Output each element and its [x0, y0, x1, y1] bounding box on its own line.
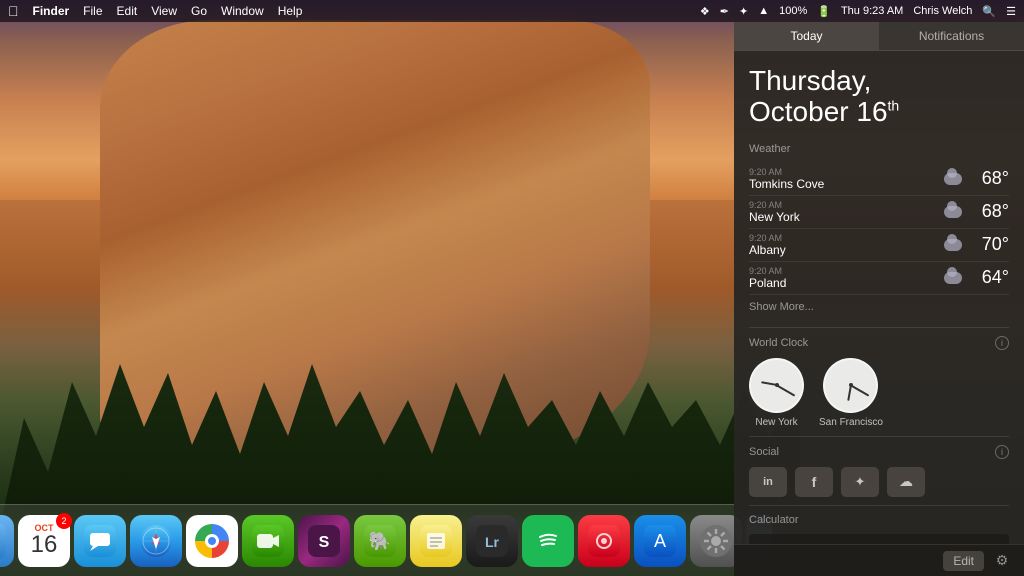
show-more-weather[interactable]: Show More...: [749, 295, 1009, 319]
menubar:  Finder File Edit View Go Window Help ❖…: [0, 0, 1024, 22]
menubar-left:  Finder File Edit View Go Window Help: [8, 3, 302, 19]
svg-text:A: A: [654, 531, 666, 551]
dropbox-icon[interactable]: ❖: [700, 5, 710, 18]
facebook-button[interactable]: f: [795, 467, 833, 497]
menu-help[interactable]: Help: [278, 4, 303, 18]
battery-icon: 🔋: [817, 5, 831, 18]
minute-hand-sf: [851, 384, 870, 396]
clock-san-francisco: San Francisco: [819, 358, 883, 428]
clock-label-sf: San Francisco: [819, 417, 883, 428]
divider-1: [749, 327, 1009, 328]
dock-safari[interactable]: [130, 515, 182, 567]
clocks-row: New York San Francisco: [749, 358, 1009, 428]
calendar-badge: 2: [56, 513, 72, 529]
weather-section-title: Weather: [749, 143, 1009, 155]
bluetooth-icon[interactable]: ✦: [739, 5, 748, 18]
clock-face-new-york: [749, 358, 804, 413]
weather-item-3: 9:20 AM Poland 64°: [749, 262, 1009, 295]
tab-today[interactable]: Today: [734, 22, 879, 50]
clock: Thu 9:23 AM: [841, 5, 903, 17]
world-clock-info[interactable]: i: [995, 336, 1009, 350]
social-title: Social: [749, 446, 995, 458]
notification-center-panel: Today Notifications Thursday, October 16…: [734, 22, 1024, 576]
weather-icon-2: [943, 235, 963, 255]
weather-item-0: 9:20 AM Tomkins Cove 68°: [749, 163, 1009, 196]
dock-appstore[interactable]: A: [634, 515, 686, 567]
weather-item-1: 9:20 AM New York 68°: [749, 196, 1009, 229]
username[interactable]: Chris Welch: [913, 5, 972, 17]
menu-file[interactable]: File: [83, 4, 102, 18]
world-clock-header: World Clock i: [749, 336, 1009, 350]
dock-messages[interactable]: [74, 515, 126, 567]
dock: OCT 16 2: [0, 504, 734, 576]
clock-label-ny: New York: [755, 417, 797, 428]
linkedin-button[interactable]: in: [749, 467, 787, 497]
hour-hand-sf: [847, 385, 852, 401]
svg-text:🐘: 🐘: [369, 531, 391, 551]
weather-icon-3: [943, 268, 963, 288]
clock-face-sf: [823, 358, 878, 413]
dock-finder[interactable]: [0, 515, 14, 567]
nc-settings-icon[interactable]: ⚙: [992, 551, 1012, 571]
dock-calendar[interactable]: OCT 16 2: [18, 515, 70, 567]
dock-chrome[interactable]: [186, 515, 238, 567]
wifi-icon[interactable]: ▲: [758, 5, 769, 17]
calculator-title: Calculator: [749, 514, 1009, 526]
social-info[interactable]: i: [995, 445, 1009, 459]
menu-view[interactable]: View: [151, 4, 177, 18]
dock-slack[interactable]: S: [298, 515, 350, 567]
dock-facetime[interactable]: [242, 515, 294, 567]
social-row: in f ✦ ☁: [749, 467, 1009, 497]
divider-2: [749, 436, 1009, 437]
tab-notifications[interactable]: Notifications: [879, 22, 1024, 50]
nc-content: Thursday, October 16th Weather 9:20 AM T…: [734, 51, 1024, 545]
apple-menu[interactable]: : [8, 3, 19, 19]
dock-evernote[interactable]: 🐘: [354, 515, 406, 567]
nc-tabs: Today Notifications: [734, 22, 1024, 51]
svg-text:Lr: Lr: [485, 534, 500, 550]
nc-date: Thursday, October 16th: [749, 66, 1009, 128]
weather-item-2: 9:20 AM Albany 70°: [749, 229, 1009, 262]
edit-button[interactable]: Edit: [943, 551, 984, 571]
clock-new-york: New York: [749, 358, 804, 428]
el-capitan-rock: [100, 20, 650, 460]
dock-music[interactable]: [578, 515, 630, 567]
menu-window[interactable]: Window: [221, 4, 264, 18]
weather-icon-1: [943, 202, 963, 222]
nc-date-line1: Thursday,: [749, 66, 1009, 97]
nc-date-line2: October 16th: [749, 97, 1009, 128]
menu-go[interactable]: Go: [191, 4, 207, 18]
dock-spotify[interactable]: [522, 515, 574, 567]
dock-lightroom[interactable]: Lr: [466, 515, 518, 567]
weather-icon-0: [943, 169, 963, 189]
social-header: Social i: [749, 445, 1009, 459]
cloud-button[interactable]: ☁: [887, 467, 925, 497]
search-icon[interactable]: 🔍: [982, 5, 996, 18]
world-clock-title: World Clock: [749, 337, 995, 349]
list-icon[interactable]: ☰: [1006, 5, 1016, 18]
svg-text:S: S: [319, 534, 330, 551]
nc-bottom-bar: Edit ⚙: [734, 544, 1024, 576]
twitter-button[interactable]: ✦: [841, 467, 879, 497]
menubar-right: ❖ ✒ ✦ ▲ 100% 🔋 Thu 9:23 AM Chris Welch 🔍…: [700, 5, 1016, 18]
pen-icon[interactable]: ✒: [720, 5, 729, 18]
battery-label: 100%: [779, 5, 807, 17]
minute-hand-ny: [776, 384, 795, 396]
dock-notes[interactable]: [410, 515, 462, 567]
menu-edit[interactable]: Edit: [117, 4, 138, 18]
app-name[interactable]: Finder: [33, 4, 70, 18]
divider-3: [749, 505, 1009, 506]
